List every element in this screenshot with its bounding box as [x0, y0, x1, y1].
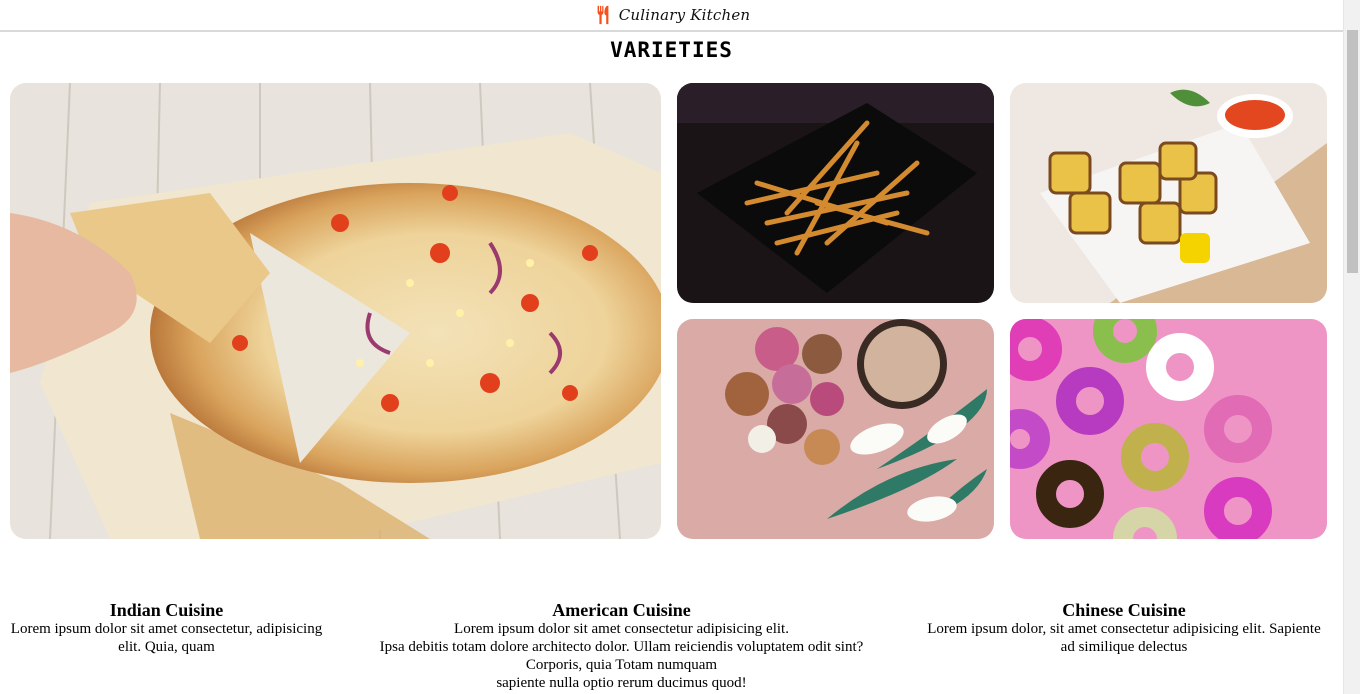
utensils-icon: [597, 5, 609, 25]
cuisine-card-american: American Cuisine Lorem ipsum dolor sit a…: [355, 600, 888, 692]
cuisine-description-line: sapiente nulla optio rerum ducimus quod!: [496, 675, 747, 691]
scrollbar[interactable]: [1343, 0, 1360, 694]
brand-logo[interactable]: Culinary Kitchen: [593, 4, 751, 26]
cuisine-description-line: Ipsa debitis totam dolore architecto dol…: [379, 639, 864, 655]
pizza-image: [10, 83, 661, 539]
page-title: VARIETIES: [610, 38, 733, 62]
cuisine-card-chinese: Chinese Cuisine Lorem ipsum dolor, sit a…: [910, 600, 1338, 656]
cuisine-title: Chinese Cuisine: [1062, 600, 1186, 620]
cuisine-description-line: Lorem ipsum dolor sit amet consectetur, …: [10, 621, 323, 637]
cuisine-description-line: Lorem ipsum dolor, sit amet consectetur …: [927, 621, 1321, 637]
cuisine-description-line: ad similique delectus: [1060, 639, 1188, 655]
brand-name: Culinary Kitchen: [618, 6, 751, 24]
paneer-skewers-image: [1010, 83, 1327, 303]
cuisine-title: Indian Cuisine: [109, 600, 224, 620]
cuisine-title: American Cuisine: [552, 600, 691, 620]
cuisine-description-line: Corporis, quia Totam numquam: [525, 657, 718, 673]
cuisine-card-indian: Indian Cuisine Lorem ipsum dolor sit ame…: [0, 600, 333, 656]
macarons-image: [677, 319, 994, 539]
cuisine-description-line: elit. Quia, quam: [118, 639, 215, 655]
fries-image: [677, 83, 994, 303]
donuts-image: [1010, 319, 1327, 539]
scrollbar-thumb[interactable]: [1347, 30, 1358, 273]
cuisine-description-line: Lorem ipsum dolor sit amet consectetur a…: [454, 621, 789, 637]
top-nav: Culinary Kitchen: [0, 0, 1343, 32]
